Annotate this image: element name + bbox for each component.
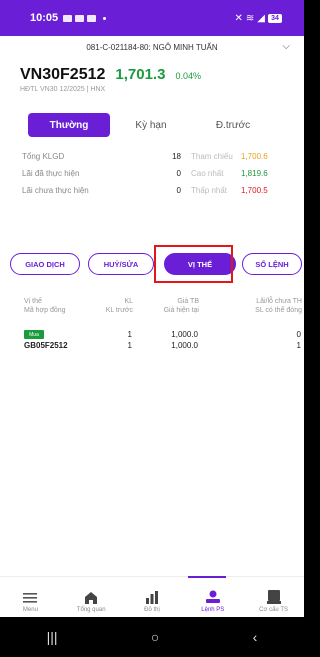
stat-value-low: 1,700.5 (241, 186, 268, 195)
menu-icon (23, 593, 38, 603)
notification-icon (87, 14, 97, 22)
home-button-icon[interactable]: ○ (151, 629, 159, 645)
stat-value: 18 (172, 152, 181, 161)
account-selector[interactable]: 081-C-021184-80: NGÔ MINH TUẤN ⌵ (0, 36, 304, 58)
stat-row: Lãi đã thực hiện 0 Cao nhất 1,819.6 (22, 165, 304, 182)
avg-price: 1,000.0 (171, 330, 198, 339)
recent-apps-icon[interactable]: ||| (47, 629, 58, 645)
header-avg-price: Giá TB (177, 298, 199, 305)
table-row[interactable]: Mua GB05F2512 1 1 1,000.0 1,000.0 0 1 (0, 328, 304, 356)
nav-portfolio[interactable]: Cơ cấu TS (243, 577, 304, 617)
nav-label: Tổng quan (76, 607, 106, 613)
stat-value: 0 (176, 169, 181, 178)
stat-label-ref: Tham chiếu (191, 152, 233, 161)
qty: 1 (127, 330, 132, 339)
stat-row: Lãi chưa thực hiện 0 Thấp nhất 1,700.5 (22, 182, 304, 199)
highlight-box (154, 245, 233, 283)
nav-label: Lệnh PS (201, 607, 225, 613)
chart-icon (145, 591, 158, 604)
bottom-nav: Menu Tổng quan Đồ thị Lệnh PS Cơ cấu TS (0, 576, 304, 617)
chevron-down-icon[interactable]: ⌵ (282, 41, 290, 52)
header-current-price: Giá hiện tại (163, 307, 199, 314)
stat-label: Tổng KLGD (22, 152, 65, 161)
back-icon[interactable]: ‹ (253, 629, 258, 645)
stat-value: 0 (176, 186, 181, 195)
cancel-edit-button[interactable]: HUỶ/SỬA (88, 253, 154, 275)
nav-label: Menu (22, 607, 38, 613)
stat-value-high: 1,819.6 (241, 169, 268, 178)
account-label: 081-C-021184-80: NGÔ MINH TUẤN (86, 42, 218, 52)
positions-table-header: Vị thế Mã hợp đồng KL KL trước Giá TB Gi… (0, 297, 304, 321)
header-kl-prev: KL trước (105, 307, 133, 314)
stat-value-ref: 1,700.6 (241, 152, 268, 161)
nav-label: Cơ cấu TS (259, 607, 288, 613)
nav-active-indicator (188, 576, 226, 578)
nav-overview[interactable]: Tổng quan (61, 577, 122, 617)
nav-label: Đồ thị (144, 607, 160, 613)
header-unrealized-pnl: Lãi/lỗ chưa TH (256, 298, 302, 305)
stat-label-high: Cao nhất (191, 169, 224, 178)
system-nav-bar: ||| ○ ‹ (0, 617, 304, 657)
more-notifications-icon (103, 16, 107, 20)
header-contract: Mã hợp đồng (24, 307, 66, 314)
qty-prev: 1 (127, 341, 132, 350)
order-type-tabs: Thường Kỳ hạn Đ.trước (28, 113, 276, 137)
instrument-symbol: VN30F2512 (20, 66, 106, 83)
tab-ky-han[interactable]: Kỳ hạn (110, 113, 192, 137)
instrument-price: 1,701.3 (115, 66, 166, 83)
derivative-order-icon (205, 590, 220, 603)
mute-icon: ✕ (234, 12, 243, 24)
stat-row: Tổng KLGD 18 Tham chiếu 1,700.6 (22, 148, 304, 165)
contract-code: GB05F2512 (24, 341, 68, 350)
status-right: ✕ ≋ ◢ 34 (235, 13, 282, 24)
signal-icon: ◢ (257, 12, 265, 24)
stat-label-low: Thấp nhất (191, 186, 228, 195)
instrument-change-pct: 0.04% (175, 71, 201, 81)
notification-icon (63, 14, 73, 22)
closable-qty: 1 (296, 341, 301, 350)
status-bar: 10:05 ✕ ≋ ◢ 34 (0, 0, 304, 36)
app-screen: 10:05 ✕ ≋ ◢ 34 081-C-021184-80: NGÔ MINH… (0, 0, 304, 657)
header-kl: KL (124, 298, 133, 305)
side-badge: Mua (24, 330, 44, 339)
nav-menu[interactable]: Menu (0, 577, 61, 617)
unrealized-pnl: 0 (296, 330, 301, 339)
nav-derivative-orders[interactable]: Lệnh PS (182, 577, 243, 617)
header-closable-qty: SL có thể đóng (255, 307, 302, 314)
header-position: Vị thế (24, 298, 42, 305)
instrument-header[interactable]: VN30F2512 1,701.3 0.04% (20, 66, 201, 84)
nav-chart[interactable]: Đồ thị (122, 577, 183, 617)
home-icon (85, 592, 98, 604)
portfolio-icon (266, 590, 281, 604)
current-price: 1,000.0 (171, 341, 198, 350)
stats-panel: Tổng KLGD 18 Tham chiếu 1,700.6 Lãi đã t… (22, 148, 304, 199)
stat-label: Lãi chưa thực hiện (22, 186, 89, 195)
wifi-icon: ≋ (245, 12, 255, 24)
notification-icon (75, 14, 85, 22)
order-book-button[interactable]: SỔ LỆNH (242, 253, 302, 275)
stat-label: Lãi đã thực hiện (22, 169, 80, 178)
instrument-sub-info: HĐTL VN30 12/2025 | HNX (20, 86, 106, 93)
status-time: 10:05 (30, 12, 59, 24)
tab-dat-truoc[interactable]: Đ.trước (192, 113, 274, 137)
trade-button[interactable]: GIAO DỊCH (10, 253, 80, 275)
battery-icon: 34 (268, 13, 282, 23)
tab-thuong[interactable]: Thường (28, 113, 110, 137)
